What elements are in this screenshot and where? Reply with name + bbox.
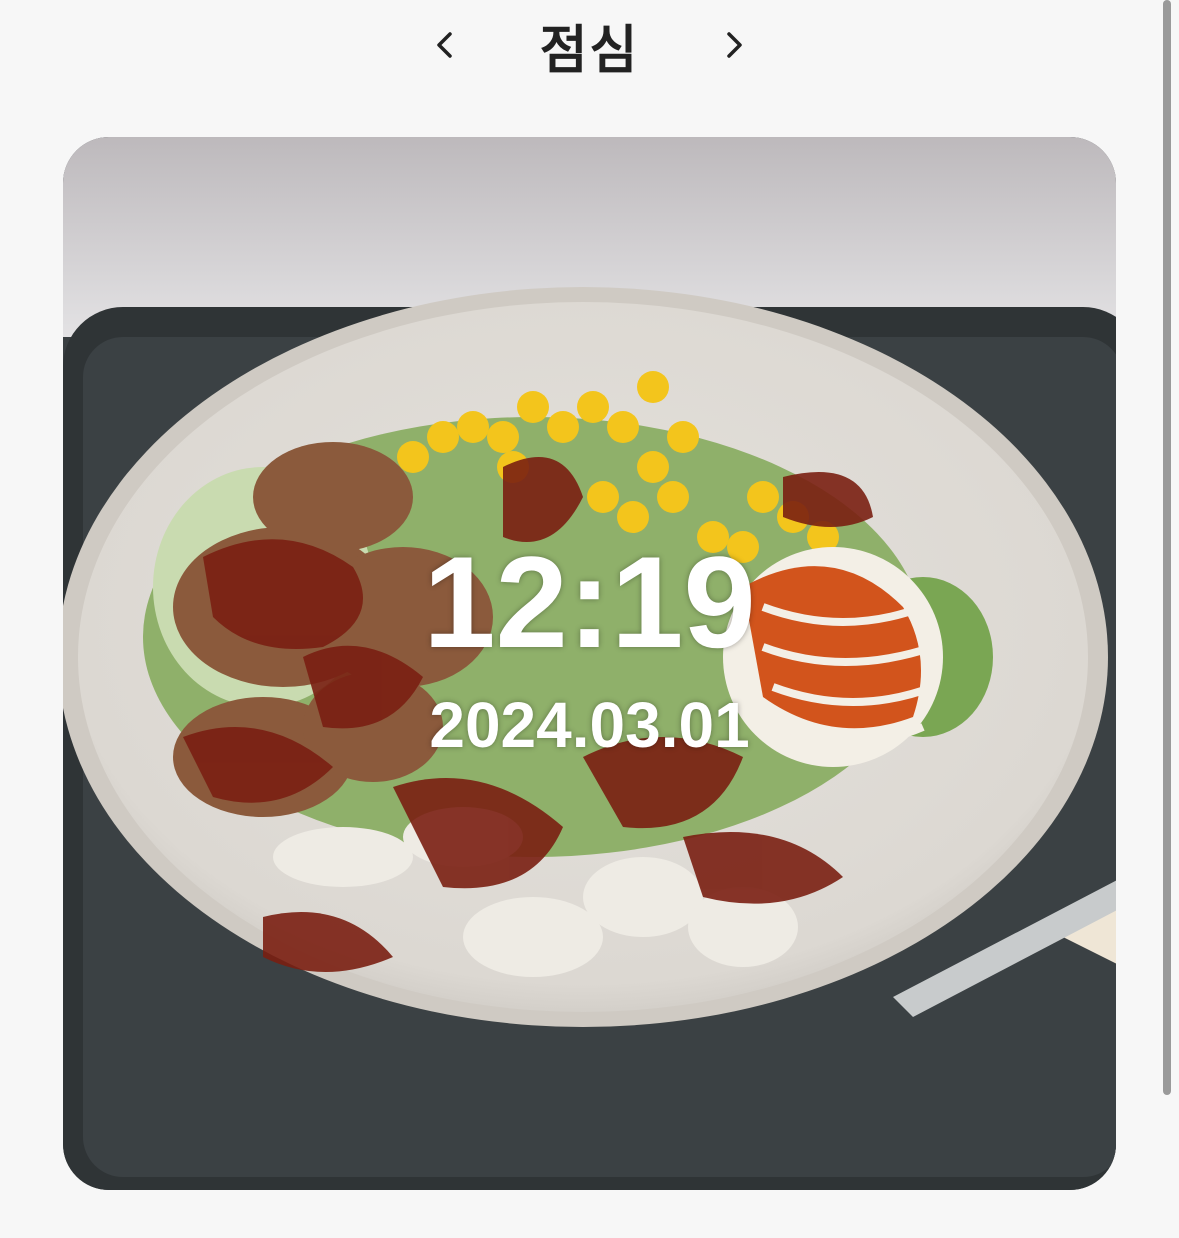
meal-detail-page: 점심 12:19 2024.03.01 (0, 0, 1179, 1238)
next-button[interactable] (699, 10, 769, 80)
page-title: 점심 (539, 20, 640, 81)
header: 점심 (0, 0, 1179, 90)
photo-overlay: 12:19 2024.03.01 (63, 137, 1116, 1190)
chevron-left-icon (436, 32, 452, 58)
meal-date: 2024.03.01 (429, 688, 750, 761)
chevron-right-icon (727, 32, 743, 58)
meal-photo[interactable]: 12:19 2024.03.01 (63, 137, 1116, 1190)
meal-time: 12:19 (423, 528, 756, 675)
prev-button[interactable] (410, 10, 480, 80)
scrollbar[interactable] (1163, 0, 1171, 1095)
